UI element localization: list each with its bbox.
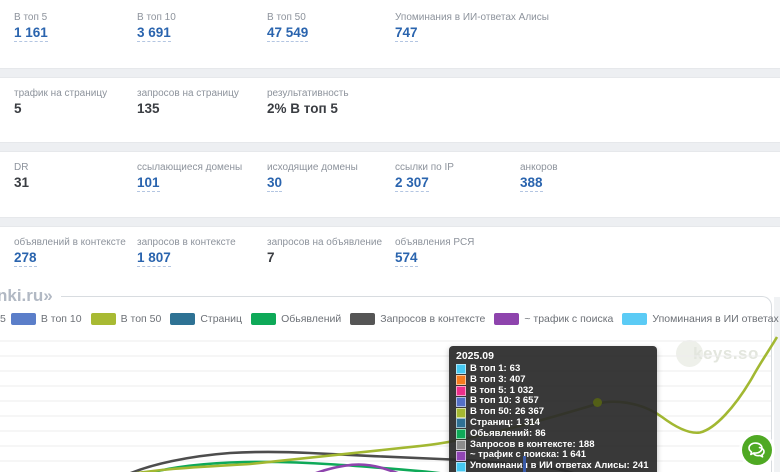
stat-label: В топ 10 xyxy=(137,12,176,23)
stat-value-link[interactable]: 1 807 xyxy=(137,250,171,267)
legend-item-context-queries[interactable]: Запросов в контексте xyxy=(350,313,485,325)
stat-value-link[interactable]: 47 549 xyxy=(267,25,308,42)
legend-item-pages[interactable]: Страниц xyxy=(170,313,242,325)
chat-bubbles-icon xyxy=(742,435,772,465)
stat-label: исходящие домены xyxy=(267,162,358,173)
legend-item-top10[interactable]: В топ 10 xyxy=(11,313,82,325)
stat-label: запросов на объявление xyxy=(267,237,382,248)
hover-point-marker xyxy=(593,398,602,407)
pages-line-segment xyxy=(523,456,526,472)
legend-swatch xyxy=(170,313,195,325)
chart-legend: 5 В топ 10 В топ 50 Страниц Обьявлений З… xyxy=(0,313,772,325)
stat-value: 31 xyxy=(14,175,29,190)
stat-value-link[interactable]: 278 xyxy=(14,250,37,267)
stat-label: ссылающиеся домены xyxy=(137,162,242,173)
stat-label: анкоров xyxy=(520,162,558,173)
series-swatch xyxy=(456,408,466,418)
row-separator xyxy=(0,68,780,78)
stat-label: Упоминания в ИИ-ответах Алисы xyxy=(395,12,549,23)
stat-label: запросов на страницу xyxy=(137,88,239,99)
stat-value-link[interactable]: 574 xyxy=(395,250,418,267)
series-swatch xyxy=(456,440,466,450)
stat-value-link[interactable]: 3 691 xyxy=(137,25,171,42)
legend-swatch xyxy=(350,313,375,325)
stat-value-link[interactable]: 101 xyxy=(137,175,160,192)
legend-item-search-traffic[interactable]: ~ трафик с поиска xyxy=(494,313,613,325)
series-swatch xyxy=(456,462,466,472)
stat-value: 7 xyxy=(267,250,275,265)
series-swatch xyxy=(456,429,466,439)
stat-label: трафик на страницу xyxy=(14,88,107,99)
series-swatch xyxy=(456,397,466,407)
legend-item-top50[interactable]: В топ 50 xyxy=(91,313,162,325)
series-swatch xyxy=(456,386,466,396)
legend-label: Упоминания в ИИ ответах Алисы xyxy=(652,313,780,325)
row-separator xyxy=(0,217,780,227)
series-swatch xyxy=(456,364,466,374)
legend-item-top5-partial[interactable]: 5 xyxy=(0,313,6,325)
stat-value-link[interactable]: 388 xyxy=(520,175,543,192)
legend-swatch xyxy=(494,313,519,325)
stat-label: запросов в контексте xyxy=(137,237,236,248)
series-swatch xyxy=(456,451,466,461)
legend-label: В топ 10 xyxy=(41,313,82,325)
stats-row-top: В топ 5 1 161 В топ 10 3 691 В топ 50 47… xyxy=(0,0,780,68)
chart-panel-title: nki.ru» xyxy=(0,286,61,306)
stat-value: 2% В топ 5 xyxy=(267,101,338,116)
legend-label: В топ 50 xyxy=(121,313,162,325)
stats-row-context: объявлений в контексте 278 запросов в ко… xyxy=(0,227,780,292)
stats-row-links: DR 31 ссылающиеся домены 101 исходящие д… xyxy=(0,152,780,217)
stat-label: В топ 50 xyxy=(267,12,306,23)
tooltip-row: Обьявлений: 86 xyxy=(456,429,649,440)
legend-label: Страниц xyxy=(200,313,242,325)
stat-label: В топ 5 xyxy=(14,12,47,23)
legend-swatch xyxy=(251,313,276,325)
legend-label: Запросов в контексте xyxy=(380,313,485,325)
legend-label: ~ трафик с поиска xyxy=(524,313,613,325)
chart-tooltip: 2025.09 В топ 1: 63 В топ 3: 407 В топ 5… xyxy=(449,346,657,472)
tooltip-row: Упоминания в ИИ ответах Алисы: 241 xyxy=(456,461,649,472)
legend-swatch xyxy=(91,313,116,325)
legend-label: 5 xyxy=(0,313,6,325)
series-swatch xyxy=(456,418,466,428)
keys-so-watermark: keys.so xyxy=(676,340,759,367)
legend-swatch xyxy=(622,313,647,325)
stat-value-link[interactable]: 2 307 xyxy=(395,175,429,192)
legend-label: Обьявлений xyxy=(281,313,341,325)
stat-value: 5 xyxy=(14,101,22,116)
stat-label: DR xyxy=(14,162,28,173)
chat-widget-button[interactable] xyxy=(742,435,772,465)
stats-row-traffic: трафик на страницу 5 запросов на страниц… xyxy=(0,78,780,142)
stat-value-link[interactable]: 1 161 xyxy=(14,25,48,42)
row-separator xyxy=(0,142,780,152)
stat-label: ссылки по IP xyxy=(395,162,454,173)
tooltip-date: 2025.09 xyxy=(456,350,649,362)
legend-item-ads[interactable]: Обьявлений xyxy=(251,313,341,325)
legend-swatch xyxy=(11,313,36,325)
stat-value: 135 xyxy=(137,101,160,116)
stat-label: объявлений в контексте xyxy=(14,237,126,248)
stat-value-link[interactable]: 747 xyxy=(395,25,418,42)
legend-item-ai-mentions[interactable]: Упоминания в ИИ ответах Алисы xyxy=(622,313,780,325)
tooltip-row: В топ 3: 407 xyxy=(456,375,649,386)
stat-label: результативность xyxy=(267,88,349,99)
watermark-text: keys.so xyxy=(693,344,759,364)
stat-value-link[interactable]: 30 xyxy=(267,175,282,192)
series-swatch xyxy=(456,375,466,385)
stat-label: объявления РСЯ xyxy=(395,237,474,248)
dashboard-page: В топ 5 1 161 В топ 10 3 691 В топ 50 47… xyxy=(0,0,780,472)
